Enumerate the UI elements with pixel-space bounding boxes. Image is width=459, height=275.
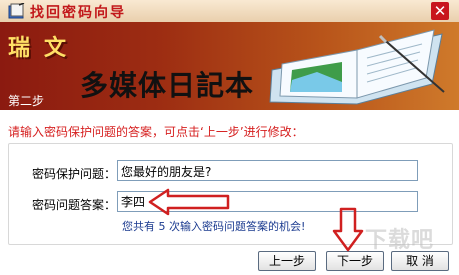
open-book-illustration	[269, 29, 445, 105]
next-button[interactable]: 下一步	[326, 251, 384, 271]
security-question-label: 密码保护问题：	[31, 167, 116, 181]
watermark-logo: 下载吧	[365, 228, 435, 253]
close-icon: ✕	[433, 2, 447, 20]
brand-logo-text: 瑞文	[8, 35, 81, 61]
step-indicator: 第二步	[8, 94, 45, 108]
app-book-icon	[8, 3, 25, 19]
answer-label: 密码问题答案：	[31, 198, 116, 212]
prev-button[interactable]: 上一步	[258, 251, 316, 271]
window-title: 找回密码向导	[30, 5, 126, 21]
answer-input[interactable]	[117, 191, 418, 212]
close-button[interactable]: ✕	[431, 2, 449, 20]
title-bar: 找回密码向导 ✕	[0, 0, 459, 23]
security-question-field: 您最好的朋友是?	[117, 160, 418, 181]
product-name: 多媒体日記本	[80, 69, 255, 102]
instruction-text: 请输入密码保护问题的答案，可点击‘上一步’进行修改：	[8, 125, 304, 139]
banner: 瑞文 多媒体日記本 第二步	[0, 22, 459, 110]
attempts-hint: 您共有 5 次输入密码问题答案的机会!	[122, 220, 306, 233]
cancel-button[interactable]: 取 消	[391, 251, 449, 271]
